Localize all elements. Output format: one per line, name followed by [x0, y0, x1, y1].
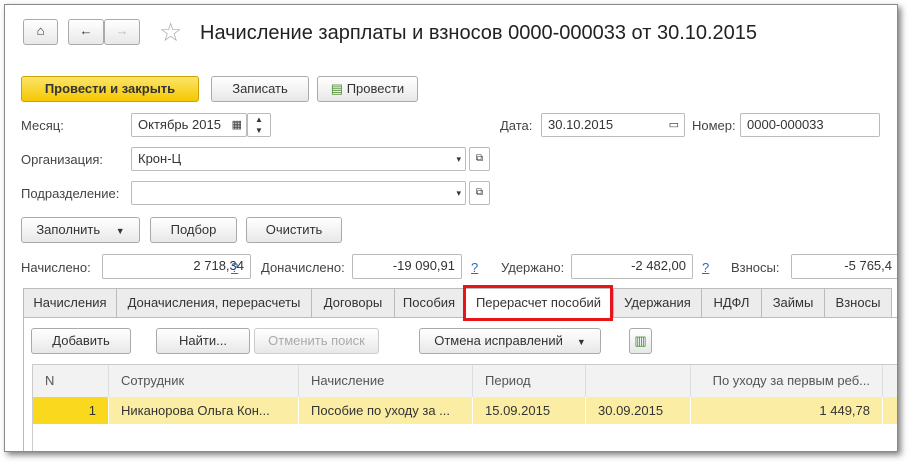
additional-label: Доначислено:: [261, 260, 345, 275]
accrued-label: Начислено:: [21, 260, 91, 275]
month-spinner[interactable]: ▲ ▼: [247, 113, 271, 137]
dropdown-icon[interactable]: ▾: [456, 148, 461, 170]
number-input[interactable]: 0000-000033: [740, 113, 880, 137]
back-button[interactable]: ←: [68, 19, 104, 45]
column-header-n[interactable]: N: [33, 365, 109, 397]
tab-benefits[interactable]: Пособия: [394, 288, 464, 317]
tab-additional-accruals[interactable]: Доначисления, перерасчеты: [116, 288, 312, 317]
number-label: Номер:: [692, 118, 736, 133]
date-input[interactable]: 30.10.2015 ▭: [541, 113, 685, 137]
open-icon: ⧉: [475, 187, 484, 198]
cell-first-child-care: 1 449,78: [691, 397, 883, 424]
tab-loans[interactable]: Займы: [761, 288, 825, 317]
dropdown-icon: ▼: [115, 226, 125, 236]
column-header-employee[interactable]: Сотрудник: [109, 365, 299, 397]
dropdown-icon[interactable]: ▾: [456, 182, 461, 204]
column-header-period[interactable]: Период: [473, 365, 586, 397]
post-and-close-button[interactable]: Провести и закрыть: [21, 76, 199, 102]
open-icon: ⧉: [475, 153, 484, 164]
calendar-icon[interactable]: ▭: [669, 114, 679, 136]
clear-button[interactable]: Очистить: [246, 217, 342, 243]
forward-button[interactable]: →: [104, 19, 140, 45]
open-organization-button[interactable]: ⧉: [469, 147, 490, 171]
additional-value: -19 090,91: [352, 254, 462, 279]
department-label: Подразделение:: [21, 186, 120, 201]
column-header-next[interactable]: [883, 365, 897, 397]
organization-input[interactable]: Крон-Ц ▾: [131, 147, 466, 171]
document-window: ⌂ ← → ☆ Начисление зарплаты и взносов 00…: [4, 4, 898, 452]
withheld-help-link[interactable]: ?: [702, 260, 709, 275]
withheld-value: -2 482,00: [571, 254, 693, 279]
accrued-help-link[interactable]: ?: [231, 260, 238, 275]
cell-period-end: 30.09.2015: [586, 397, 691, 424]
contributions-label: Взносы:: [731, 260, 780, 275]
tab-deductions[interactable]: Удержания: [613, 288, 702, 317]
withheld-label: Удержано:: [501, 260, 565, 275]
dropdown-icon: ▼: [576, 337, 586, 347]
arrow-left-icon: ←: [79, 23, 93, 38]
tab-contracts[interactable]: Договоры: [311, 288, 395, 317]
table-settings-button[interactable]: ▥: [629, 328, 652, 354]
cell-next: [883, 397, 897, 424]
page-title: Начисление зарплаты и взносов 0000-00003…: [200, 22, 758, 44]
home-icon: ⌂: [36, 23, 45, 38]
column-header-accrual[interactable]: Начисление: [299, 365, 473, 397]
highlight-box: [463, 285, 613, 321]
add-column-icon: ▥: [634, 333, 647, 348]
department-input[interactable]: ▾: [131, 181, 466, 205]
cell-n: 1: [33, 397, 109, 424]
tab-ndfl[interactable]: НДФЛ: [701, 288, 762, 317]
open-department-button[interactable]: ⧉: [469, 181, 490, 205]
add-button[interactable]: Добавить: [31, 328, 131, 354]
tab-contributions[interactable]: Взносы: [824, 288, 892, 317]
contributions-value: -5 765,4: [791, 254, 897, 279]
month-label: Месяц:: [21, 118, 64, 133]
cancel-corrections-button[interactable]: Отмена исправлений ▼: [419, 328, 601, 354]
star-icon[interactable]: ☆: [159, 17, 182, 48]
fill-button[interactable]: Заполнить ▼: [21, 217, 140, 243]
column-header-period-end[interactable]: [586, 365, 691, 397]
post-icon: ▤: [330, 81, 347, 96]
cell-period-start: 15.09.2015: [473, 397, 586, 424]
column-header-first-child-care[interactable]: По уходу за первым реб...: [691, 365, 883, 397]
tab-accruals[interactable]: Начисления: [23, 288, 117, 317]
post-button[interactable]: ▤ Провести: [317, 76, 418, 102]
find-button[interactable]: Найти...: [156, 328, 250, 354]
calendar-icon[interactable]: ▦: [232, 114, 242, 136]
cancel-search-button[interactable]: Отменить поиск: [254, 328, 379, 354]
cell-employee: Никанорова Ольга Кон...: [109, 397, 299, 424]
date-label: Дата:: [500, 118, 533, 133]
additional-help-link[interactable]: ?: [471, 260, 478, 275]
arrow-right-icon: →: [115, 23, 129, 38]
select-button[interactable]: Подбор: [150, 217, 237, 243]
accrued-value: 2 718,34: [102, 254, 251, 279]
save-button[interactable]: Записать: [211, 76, 309, 102]
month-input[interactable]: Октябрь 2015 ▦: [131, 113, 247, 137]
cell-accrual: Пособие по уходу за ...: [299, 397, 473, 424]
home-button[interactable]: ⌂: [23, 19, 58, 45]
organization-label: Организация:: [21, 152, 104, 167]
